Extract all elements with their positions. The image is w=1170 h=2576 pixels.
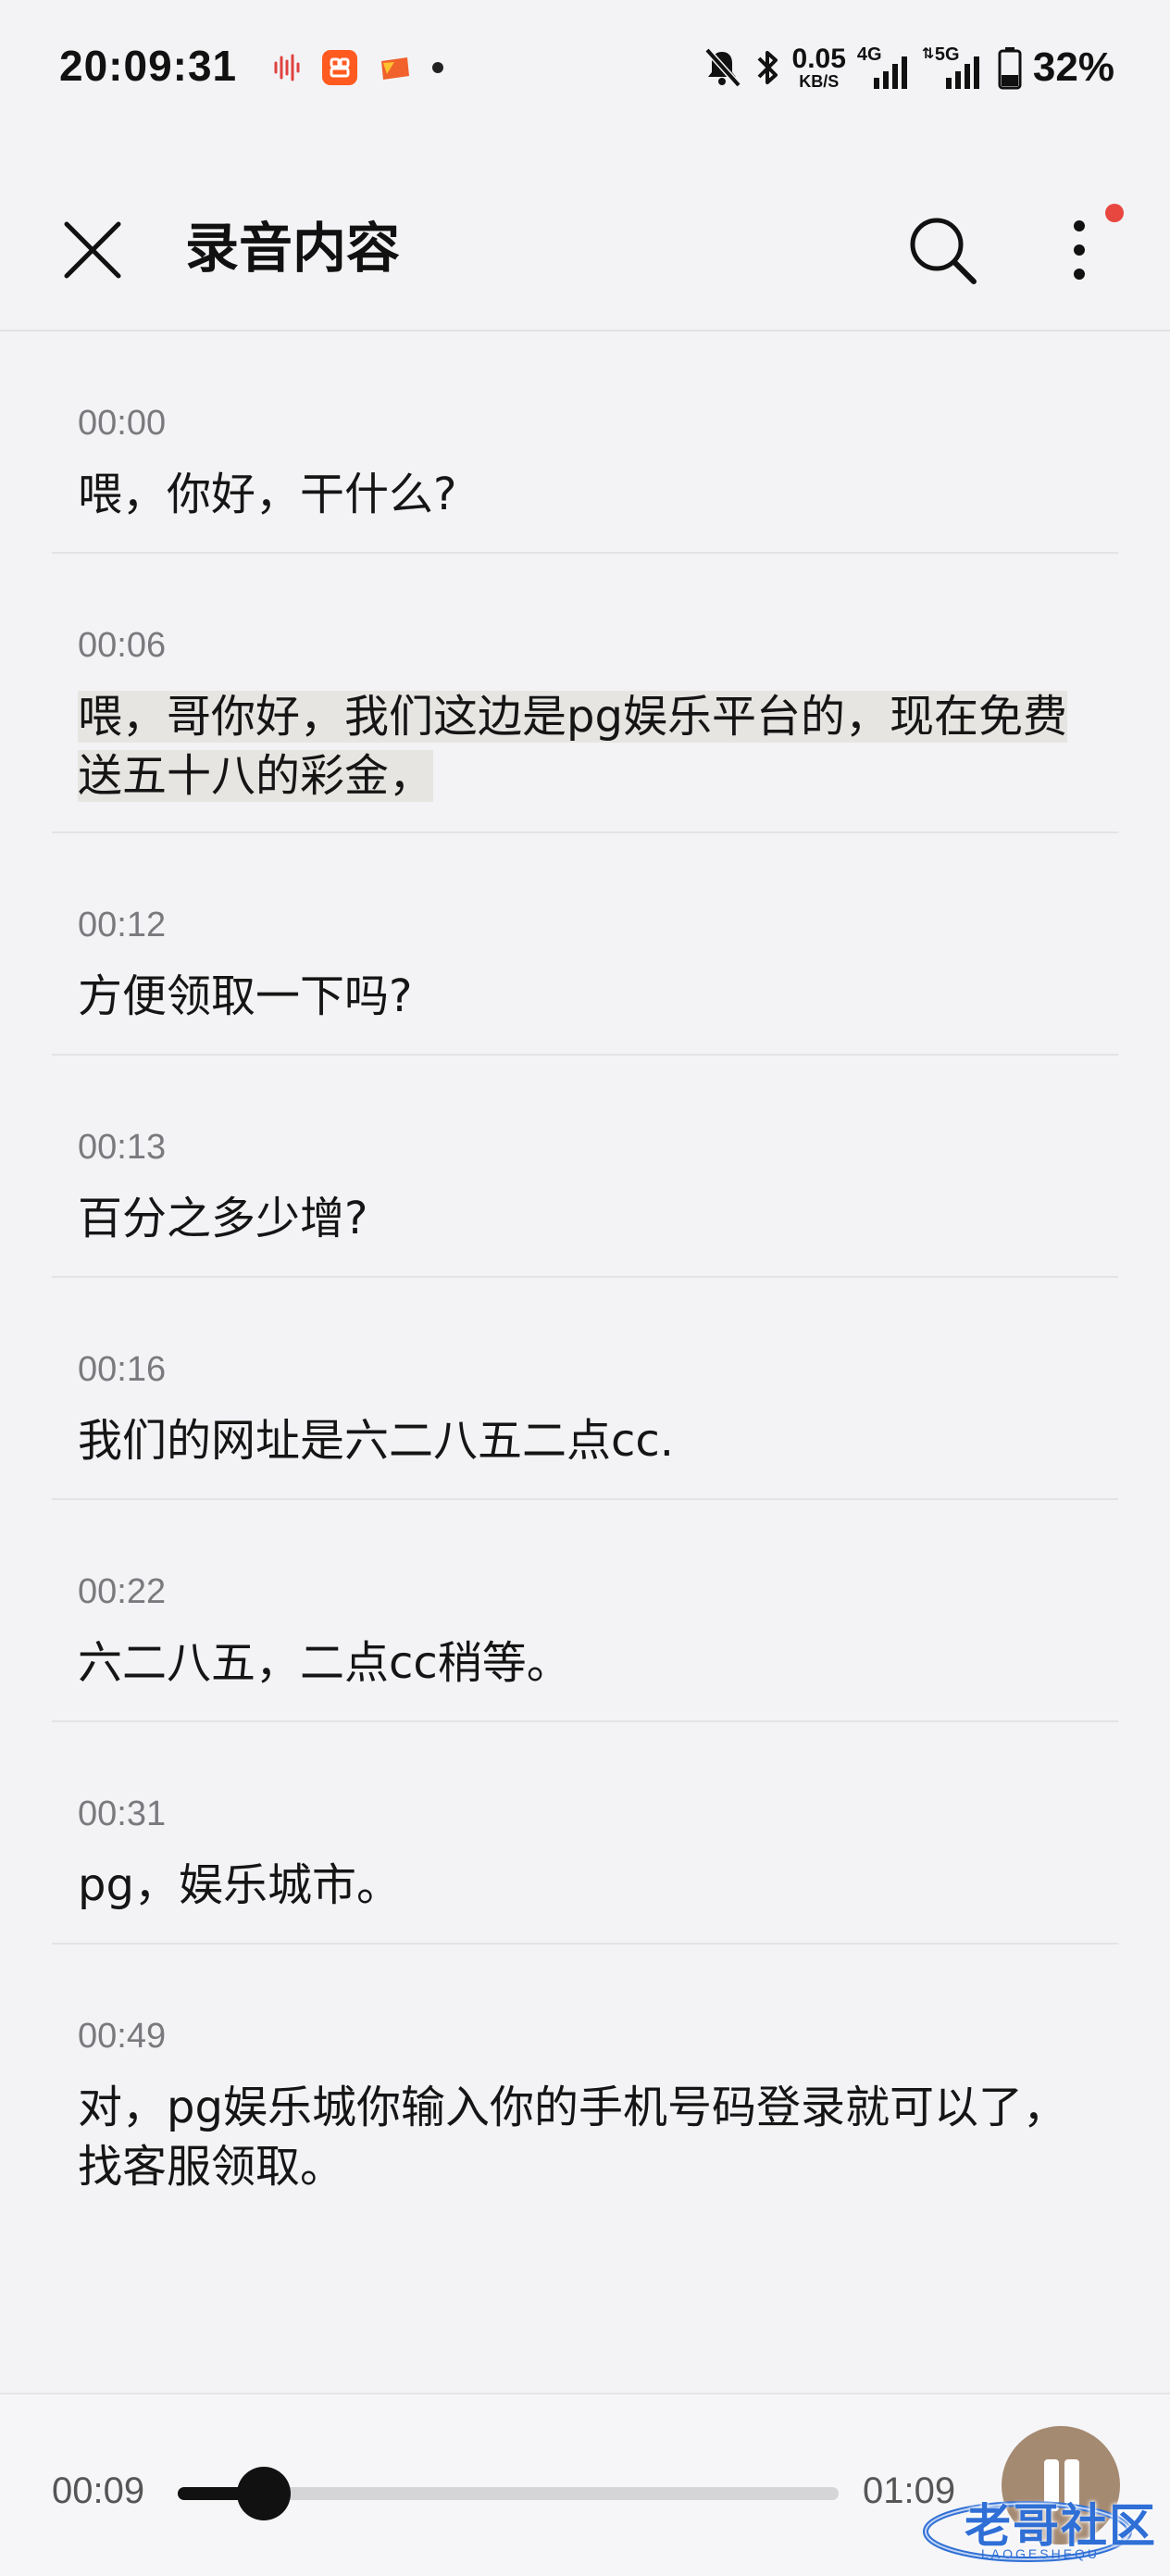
segment-text: 六二八五，二点cc稍等。 (78, 1637, 571, 1689)
seek-bar[interactable] (178, 2467, 839, 2520)
network-speed: 0.05 KB/S (791, 44, 846, 91)
more-vertical-icon (1074, 220, 1085, 280)
segment-text: 对，pg娱乐城你输入你的手机号码登录就可以了，找客服领取。 (78, 2082, 1067, 2193)
watermark-subtext: LAOGESHEQU (981, 2546, 1101, 2561)
page-title: 录音内容 (185, 217, 401, 280)
segment-text-highlighted: 喂，哥你好，我们这边是pg娱乐平台的，现在免费送五十八的彩金， (78, 691, 1067, 802)
segment-text: 百分之多少增? (78, 1193, 368, 1244)
battery-icon (998, 47, 1022, 90)
seek-bar-thumb[interactable] (236, 2467, 291, 2520)
signal-4g: 4G (857, 44, 911, 91)
app-notification-icon (322, 50, 357, 85)
battery-percent: 32% (1032, 44, 1114, 90)
transcript-segment[interactable]: 00:31 pg，娱乐城市。 (52, 1722, 1118, 1945)
segment-timestamp: 00:31 (78, 1794, 167, 1833)
segment-text: pg，娱乐城市。 (78, 1859, 401, 1911)
transcript-segment[interactable]: 00:12 方便领取一下吗? (52, 833, 1118, 1056)
network-speed-unit: KB/S (799, 72, 840, 91)
transcript-segment[interactable]: 00:13 百分之多少增? (52, 1056, 1118, 1278)
notification-badge (1105, 204, 1124, 222)
search-button[interactable] (903, 211, 983, 291)
segment-text: 喂，你好，干什么? (78, 469, 457, 520)
status-time: 20:09:31 (59, 42, 238, 90)
segment-timestamp: 00:49 (78, 2017, 167, 2056)
segment-text: 喂，哥你好，我们这边是pg娱乐平台的，现在免费送五十八的彩金， (78, 628, 1092, 806)
network-speed-value: 0.05 (791, 44, 846, 74)
transcript-segment[interactable]: 00:00 喂，你好，干什么? (52, 331, 1118, 554)
close-icon (64, 221, 121, 279)
current-time: 00:09 (52, 2470, 145, 2511)
signal-bars-5g-icon (945, 56, 979, 89)
close-button[interactable] (57, 215, 128, 285)
data-arrows-icon: ⇅ (921, 46, 935, 62)
transcript-list: 00:00 喂，你好，干什么? 00:06 喂，哥你好，我们这边是pg娱乐平台的… (0, 331, 1170, 2193)
audio-player: 00:09 01:09 老哥社区 LAOGESHEQU (0, 2393, 1170, 2576)
transcript-segment[interactable]: 00:49 对，pg娱乐城你输入你的手机号码登录就可以了，找客服领取。 (52, 1945, 1118, 2193)
bluetooth-icon (757, 51, 778, 84)
segment-text: 我们的网址是六二八五二点cc. (78, 1415, 675, 1467)
transcript-segment[interactable]: 00:16 我们的网址是六二八五二点cc. (52, 1278, 1118, 1500)
segment-timestamp: 00:12 (78, 906, 167, 944)
segment-timestamp: 00:06 (78, 626, 167, 665)
segment-timestamp: 00:13 (78, 1128, 167, 1167)
segment-timestamp: 00:16 (78, 1350, 167, 1389)
app-bar: 录音内容 (0, 139, 1170, 331)
transcript-segment[interactable]: 00:22 六二八五，二点cc稍等。 (52, 1500, 1118, 1722)
mute-bell-icon (703, 47, 741, 88)
segment-text: 方便领取一下吗? (78, 970, 413, 1022)
voice-recorder-icon (274, 54, 300, 81)
transcript-segment-active[interactable]: 00:06 喂，哥你好，我们这边是pg娱乐平台的，现在免费送五十八的彩金， (52, 554, 1118, 833)
search-icon (910, 218, 977, 284)
segment-timestamp: 00:00 (78, 404, 167, 443)
more-options-button[interactable] (1055, 211, 1111, 294)
signal-bars-icon (873, 56, 907, 89)
signal-5g: ⇅ 5G (922, 44, 987, 91)
game-notification-icon (381, 57, 409, 80)
status-bar: 20:09:31 0.05 KB/S 4G ⇅ 5G 32% (0, 0, 1170, 139)
more-notifications-dot-icon (432, 62, 443, 73)
segment-timestamp: 00:22 (78, 1572, 167, 1611)
notification-icons (268, 46, 444, 89)
status-right: 0.05 KB/S 4G ⇅ 5G 32% (702, 41, 1114, 94)
